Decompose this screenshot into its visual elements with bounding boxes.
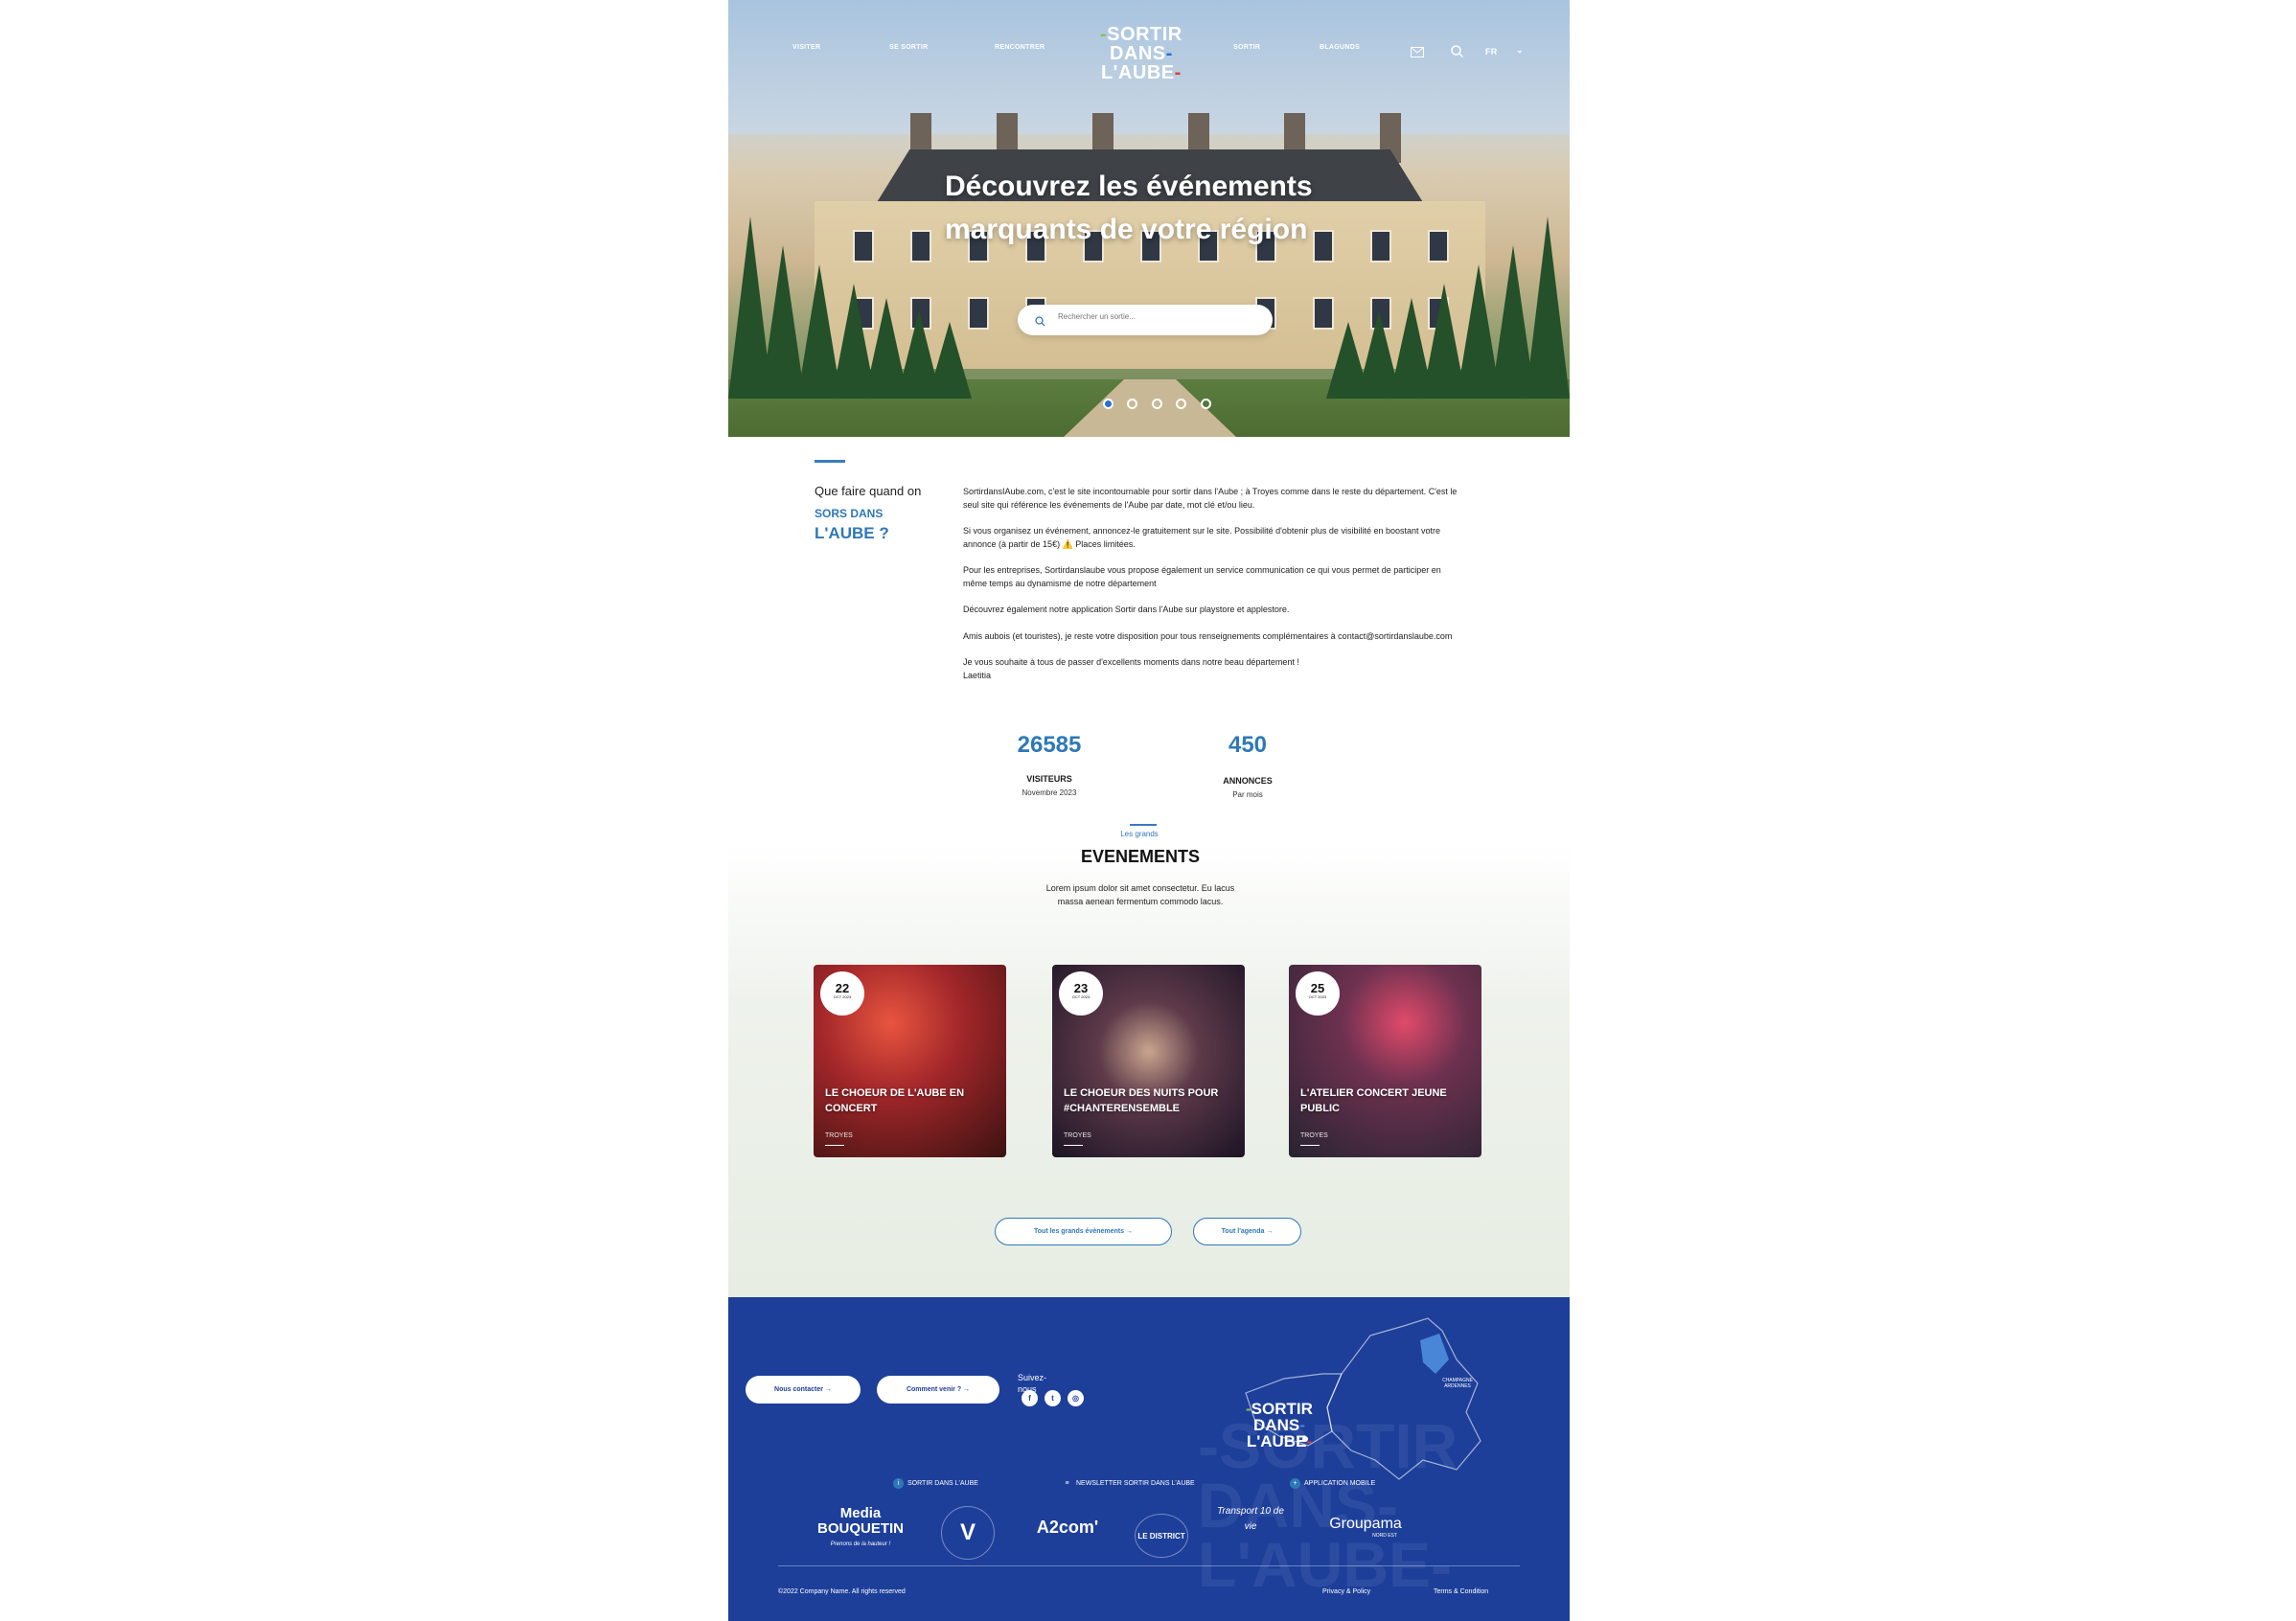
terms-link[interactable]: Terms & Condition	[1434, 1588, 1488, 1595]
partner-logo-v[interactable]: V	[941, 1506, 995, 1560]
intro-heading-line1: Que faire quand on	[815, 484, 922, 498]
intro-signature: Laetitia	[963, 670, 992, 680]
partner-logo-transport[interactable]: Transport 10 de vie	[1217, 1504, 1284, 1535]
event-card[interactable]: 23 OCT 2023 LE CHOEUR DES NUITS pour #CHA…	[1052, 965, 1245, 1157]
event-title: L'ATELIER CONCERT JEUNE PUBLIC	[1300, 1087, 1447, 1114]
language-selector[interactable]: FR	[1485, 47, 1498, 57]
section-rule	[1130, 824, 1157, 826]
search-icon[interactable]	[1451, 45, 1464, 62]
footer-link-sortir[interactable]: i SORTIR DANS L'AUBE	[893, 1478, 978, 1489]
footer-divider	[778, 1565, 1520, 1566]
tree	[1526, 217, 1570, 399]
intro-text: SortirdansIAube.com, c'est le site incon…	[963, 486, 1461, 696]
event-location: TROYES	[1064, 1132, 1091, 1139]
event-location: TROYES	[1300, 1132, 1328, 1139]
stat-ads-value: 450	[1228, 732, 1268, 758]
stat-visitors-sub: Novembre 2023	[1022, 788, 1077, 797]
intro-paragraph: Je vous souhaite à tous de passer d'exce…	[963, 657, 1299, 667]
events-description: Lorem ipsum dolor sit amet consectetur. …	[1045, 883, 1235, 906]
partner-logo-le-district[interactable]: LE DISTRICT	[1135, 1514, 1188, 1558]
events-kicker: Les grands	[1120, 830, 1159, 838]
ghost-watermark: L'AUBE-	[1198, 1529, 1452, 1600]
site-logo[interactable]: -SORTIR DANS- L'AUBE-	[1100, 25, 1182, 82]
twitter-icon[interactable]: t	[1045, 1390, 1061, 1406]
event-title: LE CHOEUR DES NUITS pour #CHANTERENSEMBL…	[1064, 1087, 1219, 1114]
divider	[825, 1145, 844, 1146]
nav-item-rencontrer[interactable]: RENCONTRER	[995, 44, 1045, 51]
search-bar[interactable]	[1018, 305, 1273, 335]
event-card[interactable]: 22 OCT 2023 LE CHOEUR DE L'AUBE EN CONCER…	[814, 965, 1006, 1157]
search-icon	[1035, 314, 1045, 331]
event-card[interactable]: 25 OCT 2023 L'ATELIER CONCERT JEUNE PUBLI…	[1289, 965, 1481, 1157]
tree	[761, 245, 805, 399]
footer-link-newsletter[interactable]: ≡ NEWSLETTER SORTIR DANS L'AUBE	[1062, 1478, 1194, 1489]
divider	[1064, 1145, 1083, 1146]
divider	[1300, 1145, 1320, 1146]
intro-paragraph: Découvrez également notre application So…	[963, 605, 1290, 614]
event-date-badge: 23 OCT 2023	[1059, 971, 1103, 1016]
carousel-dot[interactable]	[1176, 399, 1187, 409]
carousel-dots	[1103, 397, 1221, 414]
nav-item-sortir[interactable]: SORTIR	[1233, 44, 1260, 51]
events-title: EVENEMENTS	[1080, 847, 1201, 866]
search-input[interactable]	[1058, 312, 1259, 321]
page: VISITER SE SORTIR RENCONTRER SORTIR BLAG…	[728, 0, 1570, 1621]
intro-heading-line3: L'AUBE ?	[815, 524, 889, 542]
hero-title: Découvrez les événements marquants de vo…	[945, 171, 1313, 245]
event-location: TROYES	[825, 1132, 853, 1139]
partner-logo-a2com[interactable]: A2com'	[1029, 1518, 1106, 1538]
ghost-watermark: -SORTIR	[1198, 1410, 1458, 1481]
footer-logo: -SORTIR DANS- L'AUBE-	[1246, 1400, 1313, 1450]
directions-button[interactable]: Comment venir ? →	[877, 1376, 999, 1404]
menu-icon: ≡	[1065, 1480, 1069, 1487]
agenda-button[interactable]: Tout l'agenda →	[1193, 1218, 1301, 1245]
section-rule	[815, 460, 845, 463]
map-region-label: CHAMPAGNE ARDENNES	[1442, 1378, 1473, 1389]
event-date-badge: 22 OCT 2023	[820, 971, 864, 1016]
stat-ads-label: ANNONCES	[1223, 776, 1273, 786]
hero-banner: VISITER SE SORTIR RENCONTRER SORTIR BLAG…	[728, 0, 1570, 437]
carousel-dot[interactable]	[1127, 399, 1138, 409]
facebook-icon[interactable]: f	[1022, 1390, 1038, 1406]
partner-logo-media-bouquetin[interactable]: Media BOUQUETIN Prenons de la hauteur !	[813, 1506, 908, 1552]
mail-icon[interactable]	[1411, 45, 1424, 62]
stat-visitors-value: 26585	[1017, 732, 1082, 758]
event-date-badge: 25 OCT 2023	[1296, 971, 1340, 1016]
carousel-dot[interactable]	[1200, 399, 1211, 409]
nav-item-visiter[interactable]: VISITER	[792, 44, 820, 51]
chevron-down-icon[interactable]: ⌄	[1516, 45, 1524, 56]
info-icon: i	[893, 1478, 904, 1489]
carousel-dot[interactable]	[1151, 399, 1162, 409]
carousel-dot[interactable]	[1103, 399, 1114, 409]
instagram-icon[interactable]: ◎	[1068, 1390, 1084, 1406]
event-title: LE CHOEUR DE L'AUBE EN CONCERT	[825, 1087, 965, 1114]
stat-visitors-label: VISITEURS	[1026, 774, 1072, 784]
nav-item-se-sortir[interactable]: SE SORTIR	[889, 44, 928, 51]
contact-button[interactable]: Nous contacter →	[746, 1376, 861, 1404]
intro-paragraph: Si vous organisez un événement, annoncez…	[963, 526, 1440, 549]
intro-paragraph: Amis aubois (et touristes), je reste vot…	[963, 630, 1453, 641]
intro-paragraph: SortirdansIAube.com, c'est le site incon…	[963, 487, 1458, 510]
all-events-button[interactable]: Tout les grands évènements →	[995, 1218, 1172, 1245]
intro-heading-line2: SORS DANS	[815, 507, 884, 520]
copyright: ©2022 Company Name. All rights reserved	[778, 1588, 906, 1595]
footer-link-app[interactable]: + APPLICATION MOBILE	[1290, 1478, 1375, 1489]
partner-logo-groupama[interactable]: Groupama NORD EST	[1303, 1516, 1428, 1539]
nav-item-blagunds[interactable]: BLAGUNDS	[1320, 44, 1360, 51]
plus-icon: +	[1290, 1478, 1300, 1489]
intro-paragraph: Pour les entreprises, Sortirdanslaube vo…	[963, 565, 1441, 588]
stat-ads-sub: Par mois	[1232, 790, 1263, 799]
privacy-link[interactable]: Privacy & Policy	[1322, 1588, 1370, 1595]
